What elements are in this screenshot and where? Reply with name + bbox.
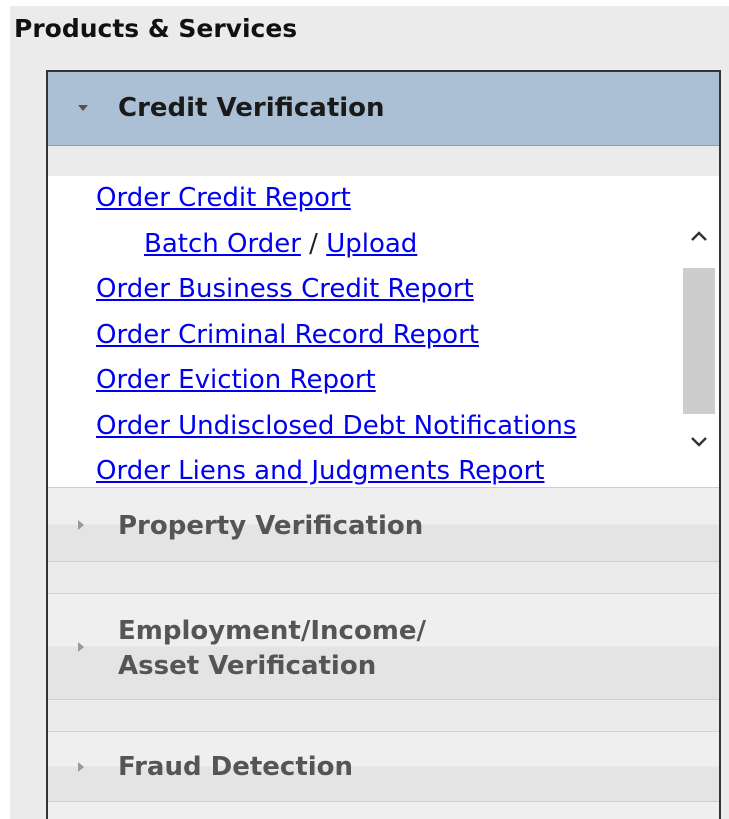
list-item: Order Business Credit Report [96, 269, 576, 315]
caret-down-icon [78, 105, 88, 111]
accordion-tail [48, 802, 719, 819]
caret-right-icon [78, 642, 84, 652]
link-separator: / [309, 228, 327, 259]
list-item: Order Undisclosed Debt Notifications [96, 406, 576, 452]
section-label-employment-income-asset-verification: Employment/Income/ Asset Verification [118, 614, 426, 684]
caret-right-icon [78, 520, 84, 530]
section-label-line-2: Asset Verification [118, 651, 377, 681]
section-spacer [48, 146, 719, 176]
list-item: Order Eviction Report [96, 360, 576, 406]
order-liens-and-judgments-report-link[interactable]: Order Liens and Judgments Report [96, 456, 544, 486]
caret-right-icon [78, 762, 84, 772]
scroll-down-button[interactable] [679, 422, 719, 462]
scrollbar[interactable] [679, 176, 719, 487]
list-item: Order Credit Report [96, 178, 576, 224]
page-title: Products & Services [14, 14, 298, 43]
section-spacer [48, 700, 719, 732]
list-item: Order Criminal Record Report [96, 315, 576, 361]
link-list: Order Credit Report Batch Order / Upload… [96, 178, 576, 487]
section-label-property-verification: Property Verification [118, 511, 424, 541]
order-business-credit-report-link[interactable]: Order Business Credit Report [96, 274, 474, 304]
products-accordion: Credit Verification Order Credit Report … [46, 70, 721, 819]
order-eviction-report-link[interactable]: Order Eviction Report [96, 365, 376, 395]
scrollbar-thumb[interactable] [683, 268, 715, 414]
chevron-down-icon [691, 437, 707, 447]
credit-verification-links-panel: Order Credit Report Batch Order / Upload… [48, 176, 719, 488]
section-label-line-1: Employment/Income/ [118, 616, 427, 646]
section-spacer [48, 562, 719, 594]
chevron-up-icon [691, 231, 707, 241]
batch-order-link[interactable]: Batch Order [144, 229, 301, 259]
scroll-up-button[interactable] [679, 216, 719, 256]
section-header-employment-income-asset-verification[interactable]: Employment/Income/ Asset Verification [48, 594, 719, 700]
section-label-credit-verification: Credit Verification [118, 93, 385, 123]
upload-link[interactable]: Upload [326, 229, 417, 259]
section-header-fraud-detection[interactable]: Fraud Detection [48, 732, 719, 802]
section-header-credit-verification[interactable]: Credit Verification [48, 72, 719, 146]
order-criminal-record-report-link[interactable]: Order Criminal Record Report [96, 320, 479, 350]
section-label-fraud-detection: Fraud Detection [118, 752, 354, 782]
order-credit-report-link[interactable]: Order Credit Report [96, 183, 351, 213]
order-undisclosed-debt-notifications-link[interactable]: Order Undisclosed Debt Notifications [96, 411, 576, 441]
section-header-property-verification[interactable]: Property Verification [48, 488, 719, 562]
list-item: Batch Order / Upload [96, 224, 576, 270]
page: Products & Services Credit Verification … [0, 0, 729, 819]
list-item: Order Liens and Judgments Report [96, 451, 576, 487]
